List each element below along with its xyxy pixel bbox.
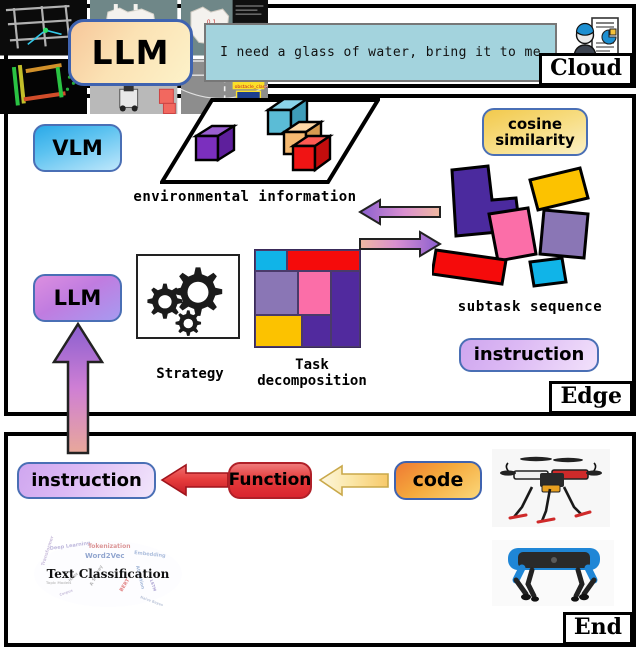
svg-text:obstacle_classification: obstacle_classification	[234, 83, 268, 89]
pink-block	[487, 206, 538, 263]
function-badge[interactable]: Function	[228, 462, 312, 499]
environmental-information-scene	[158, 96, 382, 188]
svg-text:Topic Models: Topic Models	[46, 581, 71, 585]
arrow-left	[358, 198, 441, 226]
vlm-badge[interactable]: VLM	[33, 124, 122, 172]
yellow-cell	[255, 314, 303, 347]
function-to-instruction-arrow	[160, 462, 230, 498]
pink-cell	[298, 271, 331, 315]
indigo-cell	[330, 271, 360, 347]
subtask-sequence-shapes	[430, 162, 622, 297]
edge-panel-tag: Edge	[549, 380, 633, 414]
cloud-llm-label: LLM	[91, 32, 170, 72]
end-instruction-badge[interactable]: instruction	[17, 462, 156, 499]
code-to-function-arrow	[318, 464, 390, 497]
code-badge[interactable]: code	[394, 461, 482, 500]
cloud-llm-badge[interactable]: LLM	[68, 19, 193, 86]
task-decomposition-caption: Task decomposition	[245, 357, 379, 389]
end-panel-tag: End	[562, 611, 633, 645]
red-bar	[430, 248, 508, 286]
svg-text:Tokenization: Tokenization	[88, 543, 131, 550]
yellow-block	[528, 166, 590, 212]
robot-dog-photo	[492, 540, 614, 606]
mauve-block	[538, 208, 590, 260]
purple-cube	[191, 123, 239, 163]
text-classification-wordcloud: Deep Learning Tokenization Word2Vec Embe…	[30, 534, 185, 614]
strategy-icon-box	[136, 254, 240, 339]
bidirectional-arrows	[358, 198, 442, 260]
code-label: code	[412, 469, 464, 492]
task-caption-line-2: decomposition	[257, 372, 367, 389]
vlm-label: VLM	[52, 135, 103, 160]
drone-photo	[492, 449, 610, 527]
diagram-canvas: LLM I need a glass of water, bring it to…	[0, 0, 640, 651]
edge-instruction-label: instruction	[473, 344, 585, 366]
cosine-line-1: cosine	[507, 114, 563, 133]
indigo-cell-lower	[302, 314, 331, 347]
gears-icon	[147, 267, 223, 336]
mauve-cell	[255, 271, 299, 315]
cyan-cell	[255, 250, 287, 272]
arrow-right	[359, 230, 442, 258]
end-instruction-label: instruction	[31, 469, 142, 491]
user-prompt-text: I need a glass of water, bring it to me	[220, 45, 541, 60]
edge-llm-badge[interactable]: LLM	[33, 274, 122, 322]
environment-caption: environmental information	[133, 189, 357, 205]
upward-flow-arrow	[50, 321, 106, 455]
cosine-similarity-badge[interactable]: cosine similarity	[482, 108, 588, 156]
task-decomposition-grid	[254, 249, 361, 348]
subtask-caption: subtask sequence	[457, 299, 603, 315]
cyan-block	[528, 256, 568, 288]
cosine-line-2: similarity	[495, 131, 575, 149]
task-caption-line-1: Task	[295, 357, 329, 373]
function-label: Function	[228, 470, 312, 491]
strategy-caption: Strategy	[156, 366, 224, 382]
edge-llm-label: LLM	[53, 285, 102, 310]
edge-instruction-badge[interactable]: instruction	[459, 338, 599, 372]
user-prompt-box[interactable]: I need a glass of water, bring it to me	[204, 23, 557, 82]
wordcloud-title: Text Classification	[47, 567, 170, 581]
cloud-panel-tag: Cloud	[539, 52, 633, 86]
svg-text:Word2Vec: Word2Vec	[85, 552, 125, 560]
red-cell	[286, 250, 360, 272]
